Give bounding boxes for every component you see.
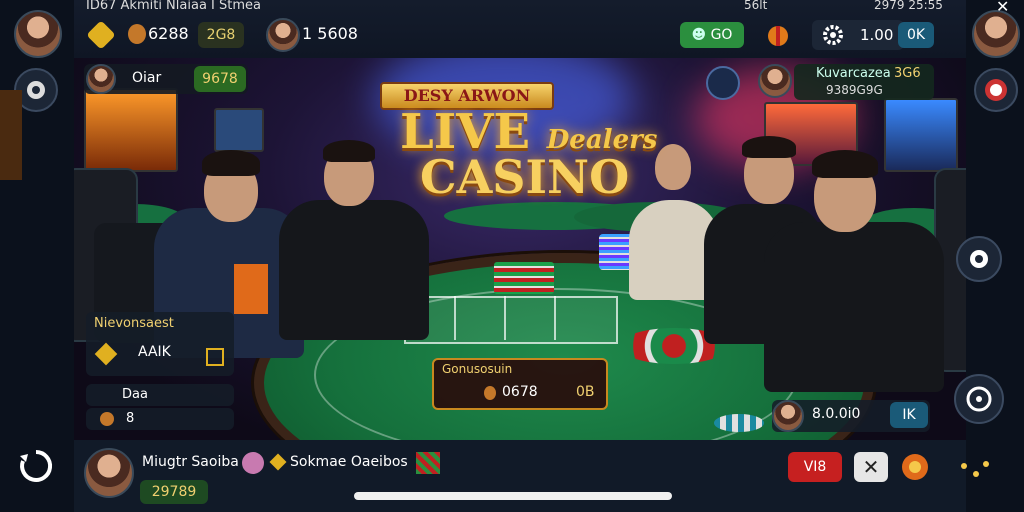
bottom-player-name: Miugtr Saoiba [142,454,239,470]
chip-stack [494,262,554,294]
coin-icon [484,386,496,400]
bet-panel[interactable]: Gonusosuin 0678 0B [432,358,608,410]
bet-panel-ok[interactable]: 0B [576,384,595,400]
dealer-icon [27,81,45,99]
close-button[interactable]: ✕ [854,452,888,482]
camera-settings-button[interactable] [956,236,1002,282]
chip-pile [714,414,764,432]
player-card-right-amount: 3G6 [894,66,921,81]
right-balance-button[interactable]: IK [890,402,928,428]
opponent-avatar[interactable] [972,10,1020,58]
bottom-balance: 29789 [140,480,208,504]
notification-icon[interactable] [706,66,740,100]
ok-button[interactable]: 0K [898,22,934,48]
status-text: ID67 Akmiti Nlaiaa I Stmea [86,0,261,13]
player-card-right-title: Kuvarcazea [816,66,891,81]
info-row-label: 8 [126,411,135,426]
side-screen-decor [0,90,22,180]
bottom-player-avatar[interactable] [84,448,134,498]
target-button[interactable] [954,374,1004,424]
background-screen [884,98,958,172]
info-panel[interactable]: Nievonsaest AAIK [86,312,234,376]
right-balance-panel[interactable]: 8.0.0i0 IK [772,400,930,432]
bet-panel-value: 0678 [502,384,538,400]
profile-avatar[interactable] [14,10,62,58]
top-bar: ID67 Akmiti Nlaiaa I Stmea 56lt 2979 25:… [74,0,966,58]
coin-icon [128,24,146,44]
info-panel-title: Nievonsaest [94,316,174,331]
bottom-partner-name: Sokmae Oaeibos [290,454,408,470]
background-screen [84,88,178,172]
gift-icon[interactable] [764,22,792,48]
bet-panel-title: Gonusosuin [442,362,513,376]
betting-divider [454,296,456,340]
player-count: 1 5608 [302,24,358,43]
stop-button[interactable]: VI8 [788,452,842,482]
player-card-balance: 9678 [194,66,246,92]
info-row[interactable]: 8 [86,408,234,430]
cash-label: GO [710,27,733,43]
settings-value: 1.00 [860,26,894,44]
coins-value: 6288 [148,24,189,43]
player-card-name: Oiar [132,70,162,86]
info-row[interactable]: Daa [86,384,234,406]
betting-divider [504,296,506,340]
flower-icon [242,452,264,474]
player-card-avatar [86,64,116,94]
close-x-icon: ✕ [862,455,880,479]
betting-area[interactable] [404,296,618,344]
refresh-icon [20,449,53,482]
player-card-left[interactable]: Oiar 9678 [84,64,248,94]
gems-value[interactable]: 2G8 [198,22,244,48]
chip-icon [985,79,1007,101]
close-icon[interactable]: ✕ [996,0,1009,15]
background-screen [214,108,264,152]
right-balance-value: 8.0.0i0 [812,406,861,422]
home-indicator[interactable] [354,492,672,500]
info-panel-item: AAIK [138,344,171,360]
status-time: 2979 25:55 [874,0,943,12]
emoji-icon[interactable] [416,452,440,474]
player-card-right-sub: 9389G9G [826,83,883,97]
diamond-icon [269,453,287,471]
bottom-bar: Miugtr Saoiba Sokmae Oaeibos 29789 VI8 ✕ [74,440,989,512]
coin-icon [100,412,114,426]
logo-casino: CASINO [420,150,630,204]
chip-rack-button[interactable] [974,68,1018,112]
betting-divider [554,296,556,340]
diamond-icon [94,342,118,366]
fire-chip-icon[interactable] [900,452,930,482]
balance-avatar [772,400,804,432]
host-avatar[interactable] [758,64,792,98]
status-signal: 56lt [744,0,768,12]
player-card-right[interactable]: Kuvarcazea 3G6 9389G9G [794,64,934,100]
gear-icon[interactable] [822,24,844,46]
crosshair-icon [966,386,992,412]
checkbox-icon[interactable] [206,348,224,366]
settings-icon [970,250,988,268]
cash-button[interactable]: ☻ GO [680,22,744,48]
sparkle-icon[interactable] [956,456,996,482]
level-badge-icon[interactable] [86,20,116,50]
info-row-label: Daa [122,387,148,402]
friend-avatar[interactable] [266,18,300,52]
left-rail [0,0,74,512]
refresh-button[interactable] [14,444,58,488]
